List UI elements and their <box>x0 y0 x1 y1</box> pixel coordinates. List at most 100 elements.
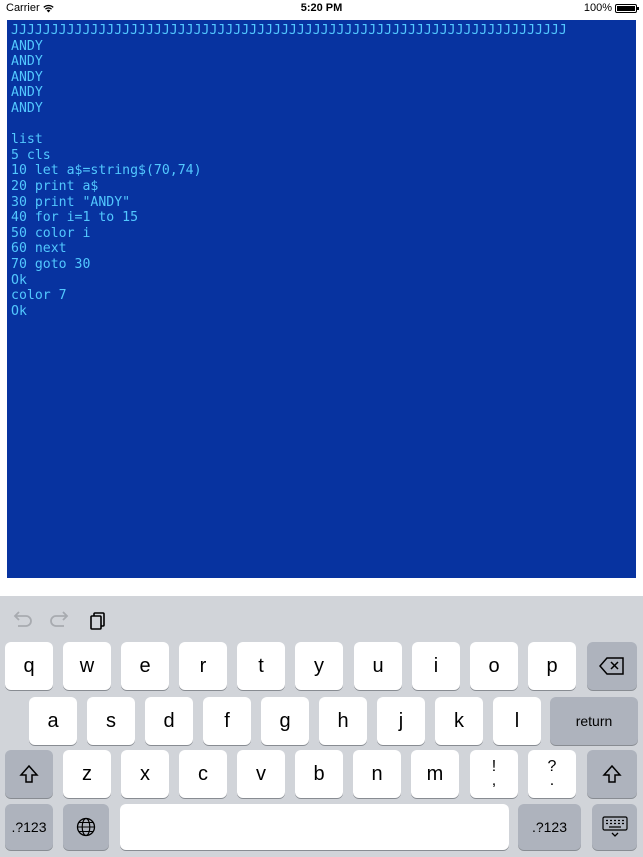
key-i[interactable]: i <box>412 642 460 690</box>
terminal-line: 60 next <box>11 241 67 257</box>
key-b[interactable]: b <box>295 750 343 798</box>
key-t-label: t <box>258 654 264 677</box>
key-y[interactable]: y <box>295 642 343 690</box>
terminal-line: 5 cls <box>11 147 51 163</box>
numbers-key-right-label: .?123 <box>531 819 568 835</box>
terminal-line: Ok <box>11 303 27 319</box>
backspace-key[interactable] <box>587 642 637 690</box>
key-g[interactable]: g <box>261 697 309 745</box>
punct-stack: !, <box>491 759 497 789</box>
globe-key[interactable] <box>63 804 109 850</box>
key-q-label: q <box>23 654 35 677</box>
key-z[interactable]: z <box>63 750 111 798</box>
key-c[interactable]: c <box>179 750 227 798</box>
terminal-line: Ok <box>11 272 27 288</box>
key-v[interactable]: v <box>237 750 285 798</box>
numbers-key-left-label: .?123 <box>11 819 47 835</box>
punct-bottom: . <box>549 772 555 789</box>
numbers-key-left[interactable]: .?123 <box>5 804 53 850</box>
terminal-line: 20 print a$ <box>11 178 99 194</box>
key-i-label: i <box>433 654 439 677</box>
key-x-label: x <box>140 762 150 785</box>
key-e-label: e <box>139 654 151 677</box>
basic-terminal[interactable]: JJJJJJJJJJJJJJJJJJJJJJJJJJJJJJJJJJJJJJJJ… <box>7 20 636 578</box>
terminal-line: list <box>11 132 43 148</box>
battery-icon <box>615 3 639 13</box>
key-o-label: o <box>488 654 500 677</box>
key-p[interactable]: p <box>528 642 576 690</box>
numbers-key-right[interactable]: .?123 <box>518 804 581 850</box>
punct-bottom: , <box>491 772 497 789</box>
key-punct-1[interactable]: !, <box>470 750 518 798</box>
space-bar[interactable] <box>120 804 509 850</box>
shortcut-bar <box>0 596 643 642</box>
keyboard-dismiss-icon <box>601 816 628 837</box>
battery-percent: 100% <box>583 2 612 14</box>
onscreen-keyboard: q w e r t y u i o p a s d f g h j k l return z x c v b n m!,?. .?12… <box>0 596 643 857</box>
terminal-line: ANDY <box>11 100 43 116</box>
shift-icon <box>19 764 39 783</box>
terminal-line: ANDY <box>11 69 43 85</box>
key-k[interactable]: k <box>435 697 483 745</box>
clock: 5:20 PM <box>300 2 343 14</box>
key-l[interactable]: l <box>493 697 541 745</box>
key-z-label: z <box>82 762 92 785</box>
key-m-label: m <box>426 762 444 785</box>
key-m[interactable]: m <box>411 750 459 798</box>
terminal-line: ANDY <box>11 38 43 54</box>
key-s[interactable]: s <box>87 697 135 745</box>
key-x[interactable]: x <box>121 750 169 798</box>
key-l-label: l <box>514 709 520 732</box>
key-u[interactable]: u <box>354 642 402 690</box>
status-bar: Carrier 5:20 PM 100% <box>0 0 643 18</box>
key-q[interactable]: q <box>5 642 53 690</box>
shift-right-key[interactable] <box>587 750 637 798</box>
key-n-label: n <box>371 762 383 785</box>
key-j-label: j <box>398 709 404 732</box>
terminal-line: ANDY <box>11 54 43 70</box>
key-y-label: y <box>314 654 324 677</box>
key-u-label: u <box>372 654 384 677</box>
dismiss-keyboard-key[interactable] <box>592 804 637 850</box>
battery-group: 100% <box>583 2 639 14</box>
key-v-label: v <box>256 762 266 785</box>
punct-stack: ?. <box>548 759 557 789</box>
shift-left-key[interactable] <box>5 750 53 798</box>
terminal-line: 30 print "ANDY" <box>11 194 131 210</box>
key-h-label: h <box>337 709 349 732</box>
return-key[interactable]: return <box>550 697 638 745</box>
key-s-label: s <box>106 709 116 732</box>
key-f[interactable]: f <box>203 697 251 745</box>
key-r[interactable]: r <box>179 642 227 690</box>
terminal-line: ANDY <box>11 85 43 101</box>
terminal-line: 10 let a$=string$(70,74) <box>11 163 202 179</box>
key-a-label: a <box>47 709 59 732</box>
key-n[interactable]: n <box>353 750 401 798</box>
key-w[interactable]: w <box>63 642 111 690</box>
globe-icon <box>76 817 96 837</box>
terminal-line: color 7 <box>11 288 67 304</box>
key-e[interactable]: e <box>121 642 169 690</box>
shift-icon <box>602 764 622 783</box>
key-a[interactable]: a <box>29 697 77 745</box>
key-k-label: k <box>454 709 464 732</box>
key-c-label: c <box>198 762 208 785</box>
key-j[interactable]: j <box>377 697 425 745</box>
terminal-line: 70 goto 30 <box>11 256 91 272</box>
redo-icon[interactable] <box>48 610 72 630</box>
backspace-icon <box>599 657 624 675</box>
key-h[interactable]: h <box>319 697 367 745</box>
undo-icon[interactable] <box>10 610 34 630</box>
key-b-label: b <box>313 762 325 785</box>
key-punct-2[interactable]: ?. <box>528 750 576 798</box>
key-d[interactable]: d <box>145 697 193 745</box>
key-o[interactable]: o <box>470 642 518 690</box>
terminal-line: JJJJJJJJJJJJJJJJJJJJJJJJJJJJJJJJJJJJJJJJ… <box>11 23 567 38</box>
return-key-label: return <box>575 713 613 729</box>
paste-icon[interactable] <box>87 610 111 630</box>
key-p-label: p <box>546 654 558 677</box>
key-f-label: f <box>224 709 230 732</box>
key-t[interactable]: t <box>237 642 285 690</box>
key-g-label: g <box>279 709 291 732</box>
